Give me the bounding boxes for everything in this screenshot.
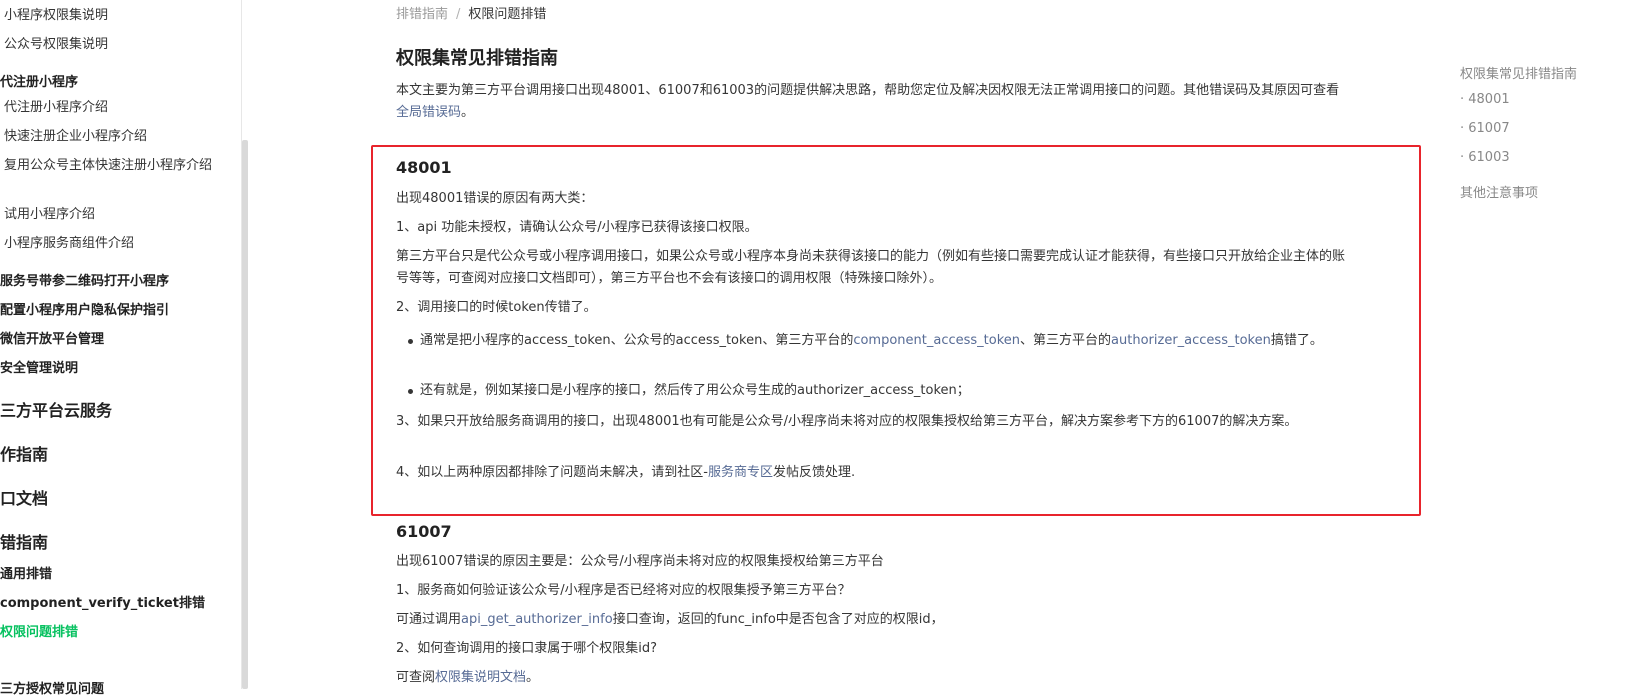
section-heading-61007: 61007 [396, 522, 452, 541]
toc-item-overview[interactable]: 权限集常见排错指南 [1460, 63, 1577, 82]
s48001-paragraph-2: 1、api 功能未授权，请确认公众号/小程序已获得该接口权限。 [396, 220, 758, 235]
global-error-code-link[interactable]: 全局错误码 [396, 105, 461, 120]
sidebar-group-privacy-guide[interactable]: 配置小程序用户隐私保护指引 [0, 302, 169, 320]
sidebar-item-trial-miniprogram[interactable]: 试用小程序介绍 [4, 206, 95, 224]
s61007-paragraph-3: 可通过调用api_get_authorizer_info接口查询，返回的func… [396, 609, 1351, 631]
sidebar-group-qrcode-open[interactable]: 服务号带参二维码打开小程序 [0, 273, 169, 291]
p3-pre: 可通过调用 [396, 612, 462, 627]
authorizer-access-token-link[interactable]: authorizer_access_token [1111, 333, 1271, 348]
component-access-token-link[interactable]: component_access_token [853, 333, 1020, 348]
p5-pre: 可查阅 [396, 670, 436, 685]
breadcrumb-current: 权限问题排错 [468, 7, 547, 22]
bullet-marker [408, 389, 413, 394]
s61007-paragraph-1: 出现61007错误的原因主要是：公众号/小程序尚未将对应的权限集授权给第三方平台 [396, 554, 884, 569]
sidebar-item-auth-faq[interactable]: 三方授权常见问题 [0, 681, 104, 699]
intro-text: 本文主要为第三方平台调用接口出现48001、61007和61003的问题提供解决… [396, 83, 1340, 98]
sidebar: 小程序权限集说明 公众号权限集说明 代注册小程序 代注册小程序介绍 快速注册企业… [0, 0, 242, 697]
intro-end: 。 [461, 105, 475, 120]
breadcrumb: 排错指南 / 权限问题排错 [396, 3, 546, 22]
sidebar-section-cloud[interactable]: 三方平台云服务 [0, 402, 112, 420]
section-heading-48001: 48001 [396, 158, 452, 177]
s48001-paragraph-1: 出现48001错误的原因有两大类： [396, 191, 594, 206]
permission-doc-link[interactable]: 权限集说明文档 [435, 670, 526, 685]
s48001-paragraph-5: 3、如果只开放给服务商调用的接口，出现48001也有可能是公众号/小程序尚未将对… [396, 414, 1298, 429]
s61007-paragraph-2: 1、服务商如何验证该公众号/小程序是否已经将对应的权限集授予第三方平台？ [396, 583, 851, 598]
s48001-paragraph-4: 2、调用接口的时候token传错了。 [396, 300, 597, 315]
s48001-paragraph-3: 第三方平台只是代公众号或小程序调用接口，如果公众号或小程序本身尚未获得该接口的能… [396, 249, 1346, 286]
breadcrumb-parent[interactable]: 排错指南 [396, 7, 448, 22]
s48001-bullet-2: 还有就是，例如某接口是小程序的接口，然后传了用公众号生成的authorizer_… [420, 383, 970, 398]
intro-paragraph: 本文主要为第三方平台调用接口出现48001、61007和61003的问题提供解决… [396, 80, 1351, 124]
sidebar-item-miniprogram-permissions[interactable]: 小程序权限集说明 [4, 7, 108, 25]
p5-post: 。 [526, 670, 540, 685]
page-title: 权限集常见排错指南 [396, 48, 558, 69]
sidebar-group-open-platform-manage[interactable]: 微信开放平台管理 [0, 331, 104, 349]
s61007-paragraph-4: 2、如何查询调用的接口隶属于哪个权限集id? [396, 641, 658, 656]
p6-post: 发帖反馈处理. [772, 465, 856, 480]
s48001-paragraph-6: 4、如以上两种原因都排除了问题尚未解决，请到社区-服务商专区发帖反馈处理. [396, 462, 1351, 484]
sidebar-item-official-account-permissions[interactable]: 公众号权限集说明 [4, 36, 108, 54]
s61007-paragraph-5: 可查阅权限集说明文档。 [396, 667, 1351, 689]
sidebar-section-troubleshoot[interactable]: 错指南 [0, 534, 48, 552]
sidebar-item-fast-register-enterprise[interactable]: 快速注册企业小程序介绍 [4, 128, 147, 146]
toc-item-48001[interactable]: · 48001 [1460, 92, 1510, 107]
sidebar-item-ticket-troubleshoot[interactable]: component_verify_ticket排错 [0, 595, 205, 613]
sidebar-scrollbar[interactable] [242, 140, 248, 689]
sidebar-item-permission-troubleshoot[interactable]: 权限问题排错 [0, 624, 78, 642]
p6-pre: 4、如以上两种原因都排除了问题尚未解决，请到社区- [396, 465, 708, 480]
sidebar-group-security[interactable]: 安全管理说明 [0, 360, 78, 378]
bullet-1-mid: 、第三方平台的 [1020, 333, 1112, 348]
sidebar-item-register-intro[interactable]: 代注册小程序介绍 [4, 99, 108, 117]
bullet-1-post: 搞错了。 [1270, 333, 1323, 348]
sidebar-section-api-docs[interactable]: 口文档 [0, 490, 48, 508]
sidebar-section-guide[interactable]: 作指南 [0, 446, 48, 464]
bullet-1-pre: 通常是把小程序的access_token、公众号的access_token、第三… [420, 333, 854, 348]
toc-item-61007[interactable]: · 61007 [1460, 121, 1510, 136]
p3-post: 接口查询，返回的func_info中是否包含了对应的权限id， [612, 612, 944, 627]
sidebar-item-reuse-official-account[interactable]: 复用公众号主体快速注册小程序介绍 [4, 155, 219, 176]
api-get-authorizer-info-link[interactable]: api_get_authorizer_info [461, 612, 613, 627]
sidebar-item-general-troubleshoot[interactable]: 通用排错 [0, 566, 52, 584]
sidebar-item-service-component[interactable]: 小程序服务商组件介绍 [4, 235, 134, 253]
service-provider-zone-link[interactable]: 服务商专区 [708, 465, 773, 480]
sidebar-group-register-miniprogram[interactable]: 代注册小程序 [0, 74, 78, 92]
breadcrumb-separator: / [456, 7, 461, 22]
toc-item-61003[interactable]: · 61003 [1460, 150, 1510, 165]
bullet-marker [408, 339, 413, 344]
toc-item-other-notes[interactable]: 其他注意事项 [1460, 182, 1538, 201]
s48001-bullet-1: 通常是把小程序的access_token、公众号的access_token、第三… [420, 330, 1325, 352]
